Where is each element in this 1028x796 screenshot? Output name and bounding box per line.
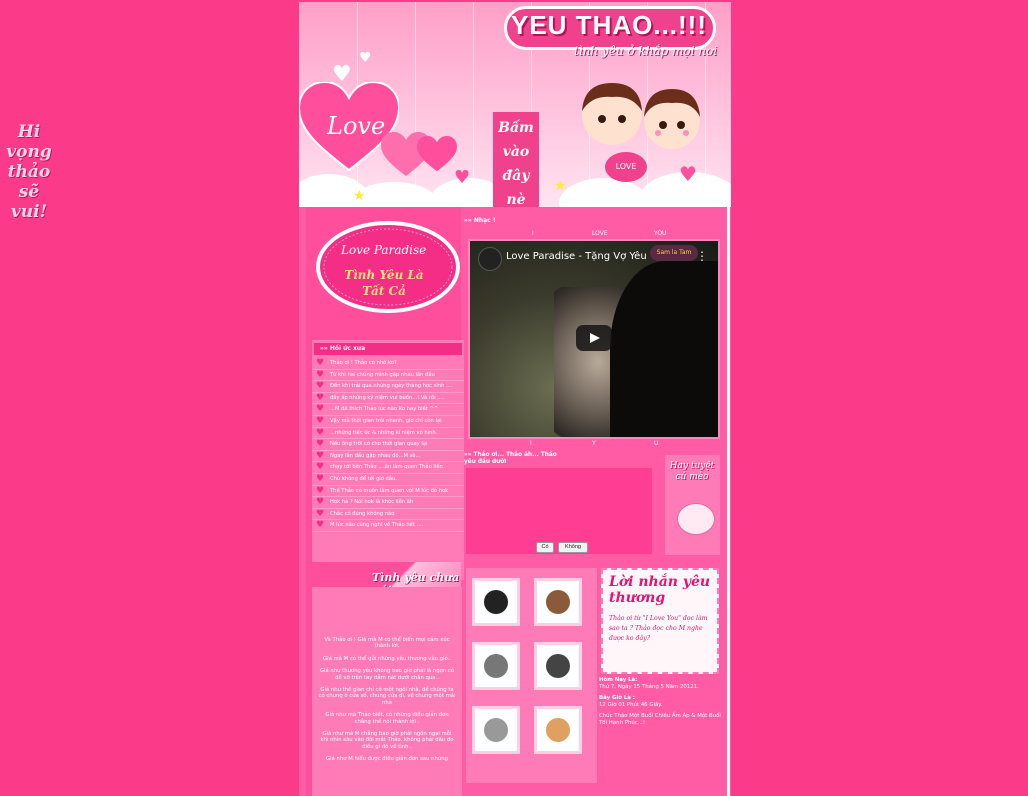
love-message-card: Lời nhắn yêu thương Thảo ơi từ "I Love Y… [601,568,719,674]
time-label: Bây Giờ Là : [599,695,635,702]
letter-paragraph: Giá như M hiểu được điều giản đơn sau nh… [326,756,448,763]
love-letter-body: Và Thảo ơi ! Giá mà M có thể biến mọi cả… [318,637,456,769]
letter-paragraph: Giá như thương yêu không bao giờ phải là… [319,668,455,681]
more-icon[interactable]: ⋮ [696,249,708,263]
list-item: Nếu ông trời có cho thời gian quay lại [312,439,464,451]
memories-panel: »» Hồi ức xưa Thảo ơi ! Thảo có nhớ ko? … [312,340,464,580]
list-item: Đến khi trải qua những ngày tháng học si… [312,381,464,393]
list-item: Thảo ơi ! Thảo có nhớ ko? [312,358,464,370]
no-button[interactable]: Không [558,542,588,553]
letter-paragraph: Và Thảo ơi ! Giá mà M có thể biến mọi cả… [324,637,450,650]
list-item: Chắc có đúng không nào [312,509,464,521]
gallery-thumb[interactable] [534,642,582,690]
photo-gallery [466,568,597,783]
left-column: Love Paradise Tình Yêu Là Tất Cả »» Hồi … [306,207,464,796]
video-title[interactable]: Love Paradise - Tặng Vợ Yêu [506,251,647,262]
list-item: M lúc nào cũng nghĩ về Thảo hết .... [312,520,464,532]
heart-icon: ♥ [679,162,697,186]
love-paradise-title: Love Paradise [341,243,427,257]
right-border [727,207,730,796]
list-item: Từ khi hai chúng mình gặp nhau lần đầu [312,370,464,382]
letter-paragraph: Giá như mà Thảo biết, có những điều giản… [325,712,449,725]
love-tag: LOVE [605,152,647,182]
today-value: Thứ 7, Ngày 15 Tháng 5 Năm 20121. [599,683,699,690]
list-item: Hok hả ? Nói hok là khóc liền ấh [312,497,464,509]
video-player[interactable]: Love Paradise - Tặng Vợ Yêu Sam la Tam ⋮ [468,239,720,439]
site-title: YEU THAO...!!! [511,10,707,40]
gallery-thumb[interactable] [534,578,582,626]
love-word: Love [327,112,386,140]
list-item: Vậy mà thời gian trôi nhanh, giờ chỉ còn… [312,416,464,428]
time-value: 12 Giờ 01 Phút 46 Giây. [599,701,663,708]
channel-avatar[interactable] [478,247,502,271]
side-greeting: Hi vọng thảo sẽ vui! [6,122,52,222]
play-icon[interactable] [576,325,612,351]
yes-button[interactable]: Có [536,542,554,553]
question-text: »» Thảo ơi... Thảo ăh... Thảo yêu đầu dư… [464,452,557,465]
cute-title: Hay tuyệt cú mèo [669,461,715,482]
site-subtitle: tình yêu ở khắp mọi nơi [574,44,718,58]
sheep-illustration [677,503,715,535]
couple-illustration [582,83,700,149]
page-container: ♥ ♥ ♥ ♥ Love YEU THAO...!!! tình yêu ở k… [299,2,731,796]
love-letter-panel: Và Thảo ơi ! Giá mà M có thể biến mọi cả… [312,587,462,796]
gallery-thumb[interactable] [534,706,582,754]
list-item: đây ắp những kỷ niệm vui buồn...! Và rồi… [312,393,464,405]
list-item: ...những tiếc ức & những kí niệm vô hình… [312,428,464,440]
list-item: chạy tới bên Thảo ....ân làm quen Thảo l… [312,462,464,474]
gallery-thumb[interactable] [472,706,520,754]
heart-icon: ♥ [359,50,372,66]
header-banner: ♥ ♥ ♥ ♥ Love YEU THAO...!!! tình yêu ở k… [299,2,731,207]
memories-list: Thảo ơi ! Thảo có nhớ ko? Từ khi hai chú… [312,358,464,532]
letter-paragraph: Giá như thế gian chỉ có một ngôi nhà, để… [318,687,456,706]
heart-icon: ♥ [454,167,471,188]
iyu-strip: I Y U [464,440,722,450]
love-message-title: Lời nhắn yêu thương [609,574,711,606]
heart-icon: ♥ [332,62,352,87]
star-icon: ★ [353,188,366,204]
list-item: ...M đã thích Thảo lúc nào Ko hay biết ^… [312,404,464,416]
list-item: Thế Thảo có muốn làm quen với M lúc đó h… [312,486,464,498]
memories-heading: »» Hồi ức xưa [314,343,462,355]
list-item: Ngay lần đầu gặp nhau đó...M sẽ... [312,451,464,463]
ilu-letter: LOVE [592,230,608,237]
list-item: Chứ không để tới giờ đâu. [312,474,464,486]
date-time-panel: Hôm Nay Là: Thứ 7, Ngày 15 Tháng 5 Năm 20… [599,677,721,732]
main-column: »» Nhạc ! I LOVE YOU Love Paradise - Tặn… [464,207,722,796]
click-here-button[interactable]: Bấm vào đây nè [493,112,539,207]
love-message-body: Thảo ơi từ "I Love You" đọc làm sao ta ?… [609,615,708,642]
iyu-letter: Y [592,440,596,447]
ilu-letter: I [532,230,534,237]
letter-paragraph: Giá mà M có thể gửi những yêu thương vào… [323,655,451,662]
iyu-letter: I [530,440,532,447]
gallery-thumb[interactable] [472,642,520,690]
iyu-letter: U [654,440,659,447]
star-icon: ★ [554,178,567,194]
love-paradise-tagline: Tình Yêu Là Tất Cả [344,268,424,298]
ilu-letter: YOU [654,230,667,237]
music-heading: »» Nhạc ! [464,217,496,224]
today-label: Hôm Nay Là: [599,677,638,683]
heart-icon [417,136,457,172]
question-box: Có Không [466,468,652,554]
question-panel: »» Thảo ơi... Thảo ăh... Thảo yêu đầu dư… [464,450,652,562]
channel-logo: Sam la Tam [650,245,698,261]
cute-panel: Hay tuyệt cú mèo [665,455,720,555]
letter-paragraph: Giá như mà M chẳng bao giờ phải ngồn ngạ… [320,731,454,750]
gallery-thumb[interactable] [472,578,520,626]
greeting-text: Chúc Thảo Một Buổi Chiều Ấm Áp & Một Buổ… [599,713,721,726]
